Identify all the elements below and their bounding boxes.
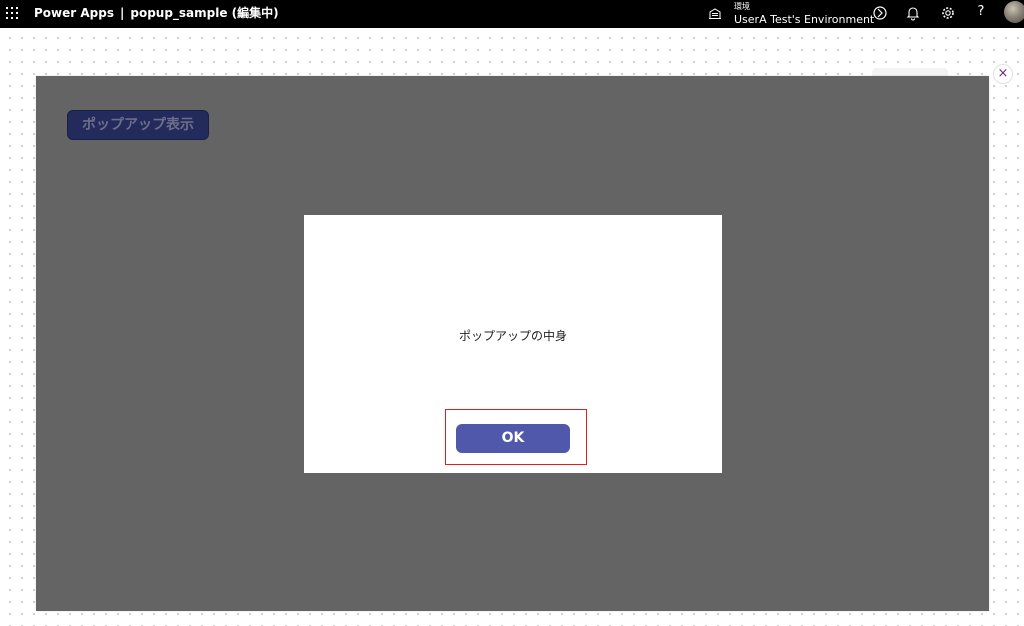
bell-icon[interactable] [905,5,921,21]
popup-content-label: ポップアップの中身 [458,329,567,343]
environment-name: UserA Test's Environment [734,13,875,26]
top-bar: Power Apps | popup_sample (編集中) 環境 UserA T… [0,0,1024,28]
gear-icon[interactable] [940,5,956,21]
copilot-icon[interactable] [872,5,888,21]
app-screen: ポップアップ表示 ポップアップの中身 OK [36,76,989,611]
ok-button[interactable]: OK [456,424,570,453]
help-icon[interactable]: ? [975,4,987,20]
app-name[interactable]: Power Apps [34,6,114,20]
avatar[interactable] [1004,1,1024,23]
document-title: popup_sample (編集中) [130,6,279,20]
environment-picker[interactable]: 環境 UserA Test's Environment [734,0,874,25]
show-popup-button[interactable]: ポップアップ表示 [67,110,209,140]
environment-icon[interactable] [708,6,722,20]
popup-dialog: ポップアップの中身 OK [304,215,722,473]
waffle-icon[interactable] [6,7,18,19]
environment-label: 環境 [734,2,750,11]
close-button[interactable]: × [993,64,1013,84]
app-title: Power Apps | popup_sample (編集中) [34,5,279,21]
title-separator: | [119,6,125,20]
